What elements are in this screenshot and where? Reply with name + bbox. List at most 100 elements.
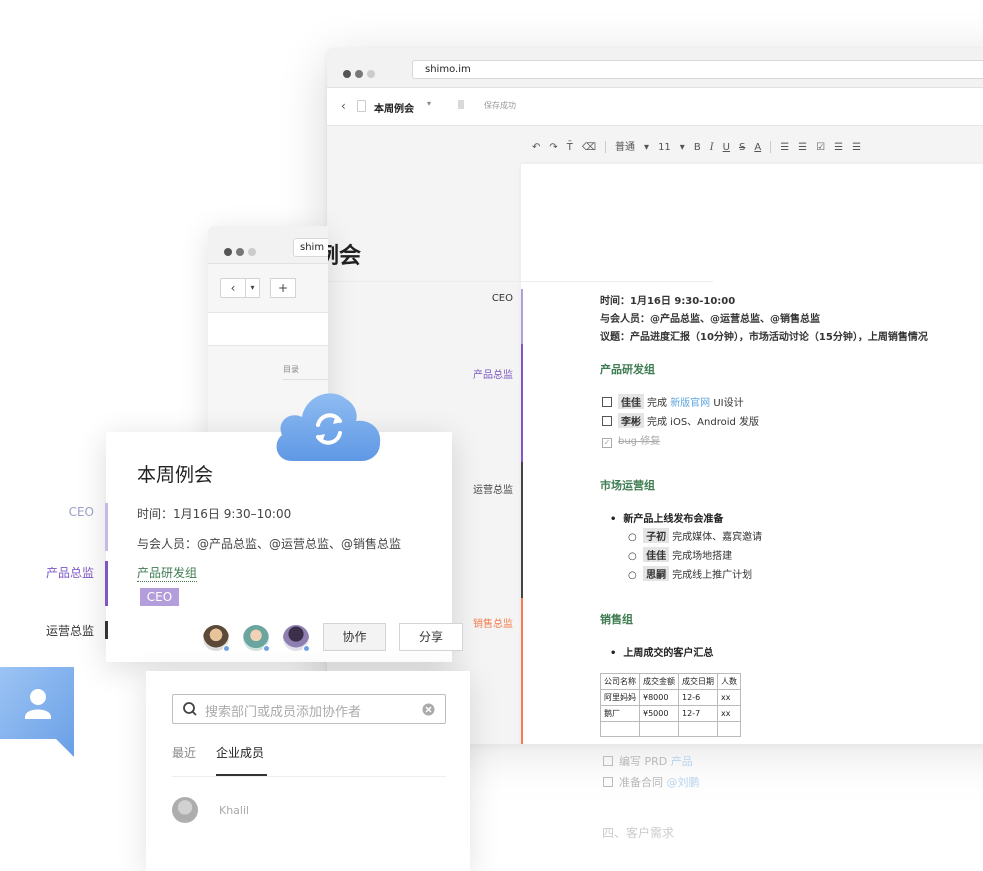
card-label-product: 产品总监 <box>45 566 94 580</box>
table-header-cell[interactable]: 公司名称 <box>600 673 640 690</box>
tab-enterprise-members[interactable]: 企业成员 <box>216 744 264 761</box>
presence-dot <box>223 645 230 652</box>
sub-list-item[interactable]: ○ 子初 完成媒体、嘉宾邀请 <box>628 528 762 543</box>
chevron-down-icon[interactable]: ▾ <box>427 99 431 108</box>
chevron-down-icon[interactable]: ▾ <box>680 142 685 153</box>
checklist-button[interactable]: ☑ <box>816 142 825 153</box>
paragraph-style-select[interactable]: 普通 <box>615 138 635 153</box>
faded-task-text: 编写 PRD <box>619 755 671 768</box>
underline-button[interactable]: U <box>723 142 730 153</box>
list-item[interactable]: • 新产品上线发布会准备 <box>610 510 723 525</box>
task-item[interactable]: 佳佳 完成 新版官网 UI设计 <box>602 394 744 409</box>
doc-link[interactable]: 新版官网 <box>670 398 710 409</box>
table-header-row: 公司名称 成交金额 成交日期 人数 <box>600 673 741 690</box>
section-heading-sales[interactable]: 销售组 <box>600 611 633 627</box>
strikethrough-button[interactable]: S <box>739 142 745 153</box>
assignee-tag[interactable]: 李彬 <box>618 413 644 428</box>
checkbox[interactable] <box>602 416 612 426</box>
meta-time[interactable]: 时间：1月16日 9:30-10:00 <box>600 292 735 307</box>
customer-table[interactable]: 公司名称 成交金额 成交日期 人数 阿里妈妈 ¥8000 12-6 xx 鹅厂 … <box>600 673 741 737</box>
table-cell[interactable]: 12-7 <box>678 705 718 722</box>
bullet-list-button[interactable]: ☰ <box>798 142 807 153</box>
table-row: 鹅厂 ¥5000 12-7 xx <box>600 705 741 722</box>
indent-button[interactable]: ☰ <box>834 142 843 153</box>
table-cell[interactable] <box>600 721 640 737</box>
back-icon[interactable]: ‹ <box>341 99 346 113</box>
italic-button[interactable]: I <box>710 142 714 153</box>
table-cell[interactable]: 阿里妈妈 <box>600 689 640 706</box>
table-header-cell[interactable]: 成交金额 <box>639 673 679 690</box>
member-name[interactable]: Khalil <box>219 804 249 817</box>
faded-task: 编写 PRD 产品 <box>603 753 693 769</box>
table-row: 阿里妈妈 ¥8000 12-6 xx <box>600 689 741 706</box>
card-group-link[interactable]: 产品研发组 <box>137 564 198 582</box>
chevron-down-icon[interactable]: ▾ <box>246 278 260 298</box>
close-dot[interactable] <box>224 248 232 256</box>
undo-icon[interactable]: ↶ <box>532 142 540 153</box>
toolbar-divider <box>605 141 607 153</box>
sub-item-text: 完成媒体、嘉宾邀请 <box>672 532 763 543</box>
collaborate-button[interactable]: 协作 <box>323 623 386 651</box>
doc-title-label[interactable]: 本周例会 <box>374 100 414 115</box>
meta-attendees[interactable]: 与会人员：@产品总监、@运营总监、@销售总监 <box>600 310 820 325</box>
section-heading-ops[interactable]: 市场运营组 <box>600 477 655 493</box>
table-cell[interactable] <box>678 721 718 737</box>
assignee-tag[interactable]: 思嗣 <box>643 566 670 581</box>
bold-button[interactable]: B <box>694 142 701 153</box>
table-cell[interactable] <box>717 721 741 737</box>
zoom-dot[interactable] <box>248 248 256 256</box>
sub-list-item[interactable]: ○ 思嗣 完成线上推广计划 <box>628 566 752 581</box>
toc-divider <box>283 379 328 380</box>
redo-icon[interactable]: ↷ <box>549 142 557 153</box>
share-button[interactable]: 分享 <box>399 623 463 651</box>
table-header-cell[interactable]: 成交日期 <box>678 673 718 690</box>
table-cell[interactable]: xx <box>717 689 741 706</box>
sub-list-item[interactable]: ○ 佳佳 完成场地搭建 <box>628 547 732 562</box>
task-item-done[interactable]: ✓ bug 修复 <box>602 432 660 448</box>
clear-icon[interactable] <box>422 703 435 716</box>
table-cell[interactable]: xx <box>717 705 741 722</box>
zoom-dot[interactable] <box>367 70 375 78</box>
address-bar[interactable]: shimo.im <box>412 60 983 79</box>
clear-format-icon[interactable]: ⌫ <box>582 142 596 153</box>
ceo-tag: CEO <box>140 588 179 606</box>
user-chat-icon[interactable] <box>0 667 74 757</box>
meta-agenda[interactable]: 议题：产品进度汇报（10分钟），市场活动讨论（15分钟），上周销售情况 <box>600 328 928 343</box>
table-cell[interactable]: 鹅厂 <box>600 705 640 722</box>
outdent-button[interactable]: ☰ <box>852 142 861 153</box>
back-button[interactable]: ‹ <box>220 278 246 298</box>
format-paint-icon[interactable]: T̄ <box>567 142 573 153</box>
table-cell[interactable]: 12-6 <box>678 689 718 706</box>
checkbox[interactable] <box>602 397 612 407</box>
ordered-list-button[interactable]: ☰ <box>780 142 789 153</box>
card-bar-ceo <box>105 503 108 551</box>
font-size-select[interactable]: 11 <box>658 142 671 153</box>
minimize-dot[interactable] <box>355 70 363 78</box>
bookmark-icon[interactable] <box>458 100 464 109</box>
add-button[interactable]: + <box>270 278 296 298</box>
checkbox-checked[interactable]: ✓ <box>602 438 612 448</box>
assignee-tag[interactable]: 子初 <box>643 528 670 543</box>
font-color-button[interactable]: A <box>754 142 761 153</box>
faded-task-text: 准备合同 <box>619 776 667 789</box>
document-page[interactable] <box>521 164 983 744</box>
margin-bar-product <box>521 344 523 462</box>
assignee-tag[interactable]: 佳佳 <box>618 394 644 409</box>
table-cell[interactable] <box>639 721 679 737</box>
section-heading-product[interactable]: 产品研发组 <box>600 361 655 377</box>
list-item[interactable]: • 上周成交的客户汇总 <box>610 644 713 659</box>
checkbox <box>603 777 613 787</box>
secondary-nav: ‹ ▾ + <box>220 278 296 300</box>
tab-recent[interactable]: 最近 <box>172 744 196 761</box>
task-item[interactable]: 李彬 完成 iOS、Android 发版 <box>602 413 759 428</box>
table-cell[interactable]: ¥5000 <box>639 705 679 722</box>
close-dot[interactable] <box>343 70 351 78</box>
minimize-dot[interactable] <box>236 248 244 256</box>
chevron-down-icon[interactable]: ▾ <box>644 142 649 153</box>
window-controls <box>224 241 264 256</box>
checkbox <box>603 756 613 766</box>
assignee-tag[interactable]: 佳佳 <box>643 547 670 562</box>
table-header-cell[interactable]: 人数 <box>717 673 741 690</box>
table-cell[interactable]: ¥8000 <box>639 689 679 706</box>
address-bar[interactable]: shim <box>293 238 328 257</box>
